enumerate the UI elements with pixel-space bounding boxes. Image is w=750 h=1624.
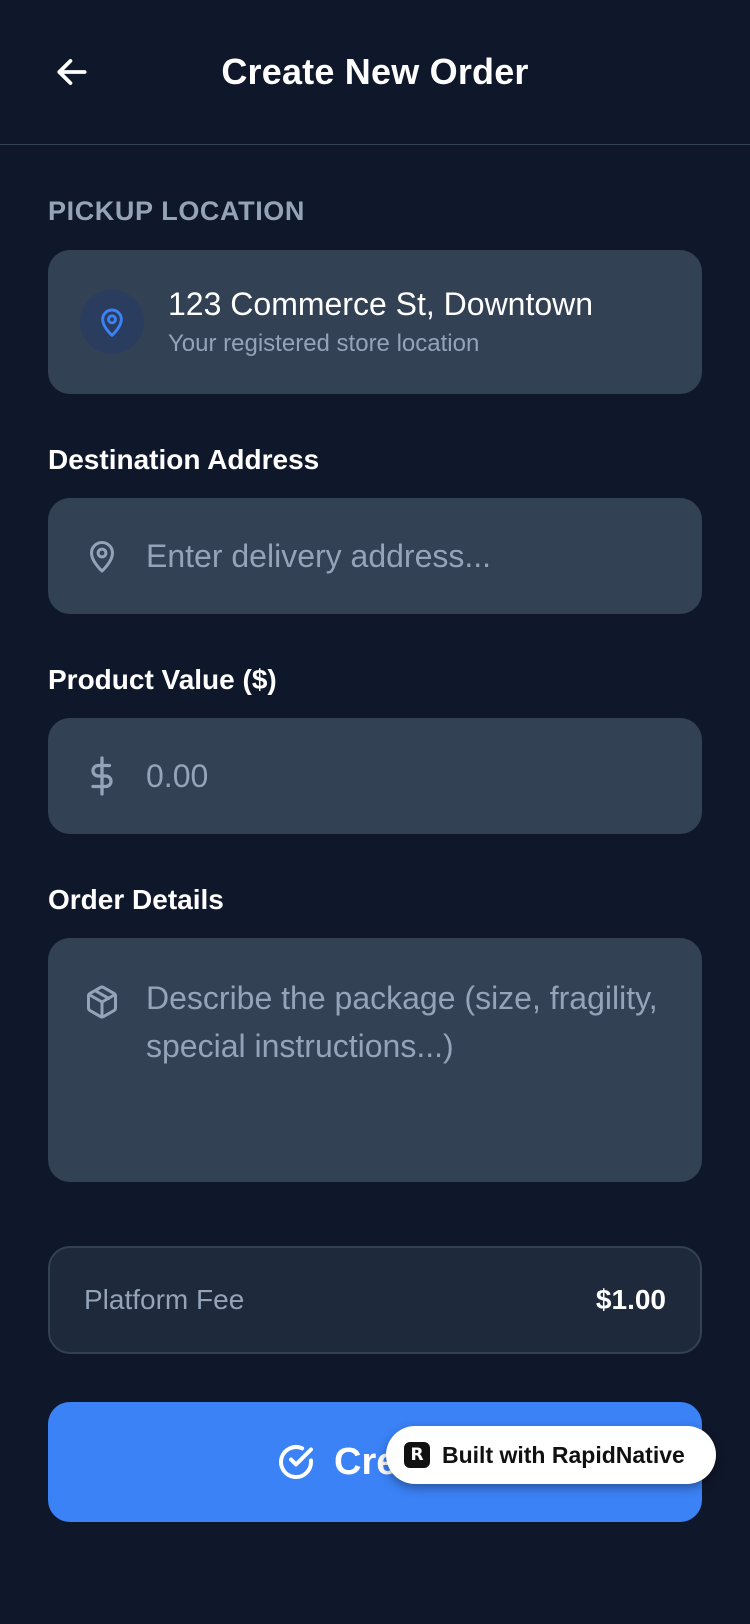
header-bar: Create New Order xyxy=(0,0,750,145)
product-value-label: Product Value ($) xyxy=(48,664,277,695)
platform-fee-value: $1.00 xyxy=(595,1284,666,1315)
map-pin-icon xyxy=(90,541,114,573)
page-title: Create New Order xyxy=(221,51,529,92)
pickup-section-label: PICKUP LOCATION xyxy=(48,196,306,226)
pickup-location-card: 123 Commerce St, Downtown Your registere… xyxy=(48,250,702,394)
destination-pin-icon-wrap xyxy=(82,536,122,576)
package-icon-wrap xyxy=(82,982,122,1022)
pickup-address: 123 Commerce St, Downtown xyxy=(168,286,594,322)
product-value-input[interactable]: 0.00 xyxy=(48,718,702,834)
check-circle-icon xyxy=(279,1445,313,1479)
destination-placeholder: Enter delivery address... xyxy=(146,537,492,574)
platform-fee-row: Platform Fee $1.00 xyxy=(48,1246,702,1354)
platform-fee-label: Platform Fee xyxy=(84,1284,245,1315)
rapidnative-badge-text: Built with RapidNative xyxy=(442,1441,685,1468)
destination-label: Destination Address xyxy=(48,444,320,475)
pickup-icon-circle xyxy=(80,290,144,354)
rapidnative-badge[interactable]: R Built with RapidNative xyxy=(386,1426,716,1484)
destination-address-input[interactable]: Enter delivery address... xyxy=(48,498,702,614)
rapidnative-logo-icon: R xyxy=(404,1442,430,1468)
dollar-icon xyxy=(91,756,113,796)
package-icon xyxy=(87,985,117,1019)
order-details-placeholder: Describe the package (size, fragility, s… xyxy=(146,980,658,1064)
create-order-screen: Create New Order PICKUP LOCATION 123 Com… xyxy=(0,0,750,1624)
order-details-textarea[interactable]: Describe the package (size, fragility, s… xyxy=(48,938,702,1182)
dollar-icon-wrap xyxy=(82,756,122,796)
pickup-subtitle: Your registered store location xyxy=(168,330,480,357)
order-details-label: Order Details xyxy=(48,884,224,915)
product-value-placeholder: 0.00 xyxy=(146,757,209,794)
map-pin-icon xyxy=(101,308,123,337)
